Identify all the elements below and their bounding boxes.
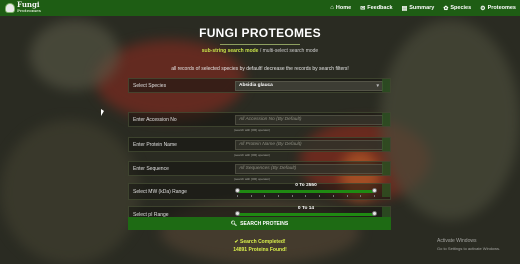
activate-windows-watermark: Activate Windows Go to Settings to activ… <box>437 238 500 252</box>
title-divider <box>220 44 300 45</box>
nav-item-home[interactable]: ⌂ Home <box>330 5 351 12</box>
mw-range-fill <box>237 190 375 193</box>
summary-icon: ▤ <box>401 5 408 12</box>
mw-range-max-handle[interactable] <box>372 188 377 193</box>
sequence-input[interactable]: All Sequences (By Default) <box>235 164 383 174</box>
top-navbar: Fungi Proteomes ⌂ Home ✉ Feedback ▤ Summ… <box>0 0 520 16</box>
pi-range-track <box>237 213 375 216</box>
mw-range-value: 0 To 2550 <box>295 183 317 188</box>
search-proteins-button[interactable]: 🔍︎ SEARCH PROTEINS <box>128 217 391 230</box>
species-row: Select Species Absidia glauca ▾ <box>128 78 391 93</box>
protein-name-row: Enter Protein Name All Protein Name (By … <box>128 137 391 152</box>
sequence-hint: (search with [OR] operator) <box>234 177 271 181</box>
feedback-icon: ✉ <box>360 5 366 12</box>
sequence-label: Enter Sequence <box>133 165 169 172</box>
mw-range-slider[interactable]: 0 To 2550 <box>235 183 377 197</box>
mw-range-row: Select MW (kDa) Range 0 To 2550 <box>128 183 391 200</box>
nav-item-feedback[interactable]: ✉ Feedback <box>360 5 392 12</box>
mw-range-ticks <box>237 195 375 197</box>
nav-item-species[interactable]: ✿ Species <box>443 5 471 12</box>
mw-range-label: Select MW (kDa) Range <box>133 188 187 195</box>
accession-hint: (search with [OR] operator) <box>234 128 271 132</box>
mushroom-logo-icon <box>5 3 15 13</box>
pi-range-fill <box>237 213 375 216</box>
sequence-row: Enter Sequence All Sequences (By Default… <box>128 161 391 176</box>
mw-range-min-handle[interactable] <box>235 188 240 193</box>
accession-side-cell <box>382 113 390 126</box>
search-mode-switch: sub-string search mode / multi-select se… <box>0 48 520 54</box>
mw-range-side-cell <box>382 184 390 197</box>
protein-name-hint: (search with [OR] operator) <box>234 153 271 157</box>
main-content: FUNGI PROTEOMES sub-string search mode /… <box>0 16 520 264</box>
nav-label-home: Home <box>335 5 352 11</box>
protein-name-label: Enter Protein Name <box>133 141 177 148</box>
pi-range-min-handle[interactable] <box>235 211 240 216</box>
nav-label-species: Species <box>450 5 472 11</box>
page-title: FUNGI PROTEOMES <box>199 26 321 40</box>
home-icon: ⌂ <box>330 5 334 11</box>
accession-row: Enter Accession No All Accession No (By … <box>128 112 391 127</box>
watermark-subtitle: Go to Settings to activate Windows. <box>437 246 501 251</box>
default-records-notice: all records of selected species by defau… <box>171 66 349 72</box>
multiselect-mode-link[interactable]: multi-select search mode <box>263 48 319 54</box>
search-icon: 🔍︎ <box>230 220 238 227</box>
nav-label-summary: Summary <box>409 5 435 11</box>
logo-subtitle: Proteomes <box>17 8 41 13</box>
protein-name-input[interactable]: All Protein Name (By Default) <box>235 140 383 150</box>
chevron-down-icon: ▾ <box>376 83 379 89</box>
nav-links: ⌂ Home ✉ Feedback ▤ Summary ✿ Species ⚙ … <box>330 5 516 12</box>
accession-label: Enter Accession No <box>133 116 177 123</box>
site-logo[interactable]: Fungi Proteomes <box>5 1 41 14</box>
pi-range-value: 0 To 14 <box>297 206 315 211</box>
accession-input[interactable]: All Accession No (By Default) <box>235 115 383 125</box>
nav-item-summary[interactable]: ▤ Summary <box>402 5 435 12</box>
sequence-side-cell <box>382 162 390 175</box>
species-select[interactable]: Absidia glauca ▾ <box>235 81 383 91</box>
proteomes-icon: ⚙ <box>480 5 486 12</box>
protein-name-side-cell <box>382 138 390 151</box>
nav-item-proteomes[interactable]: ⚙ Proteomes <box>480 5 516 12</box>
nav-label-proteomes: Proteomes <box>487 5 516 11</box>
species-selected-value: Absidia glauca <box>239 83 273 88</box>
pi-range-max-handle[interactable] <box>372 211 377 216</box>
substring-mode-link[interactable]: sub-string search mode <box>202 48 259 54</box>
species-label: Select Species <box>133 82 167 89</box>
species-icon: ✿ <box>443 5 449 12</box>
search-button-label: SEARCH PROTEINS <box>240 220 289 227</box>
watermark-title: Activate Windows <box>437 238 477 244</box>
species-side-cell <box>382 79 390 92</box>
nav-label-feedback: Feedback <box>367 5 393 11</box>
mw-range-track <box>237 190 375 193</box>
